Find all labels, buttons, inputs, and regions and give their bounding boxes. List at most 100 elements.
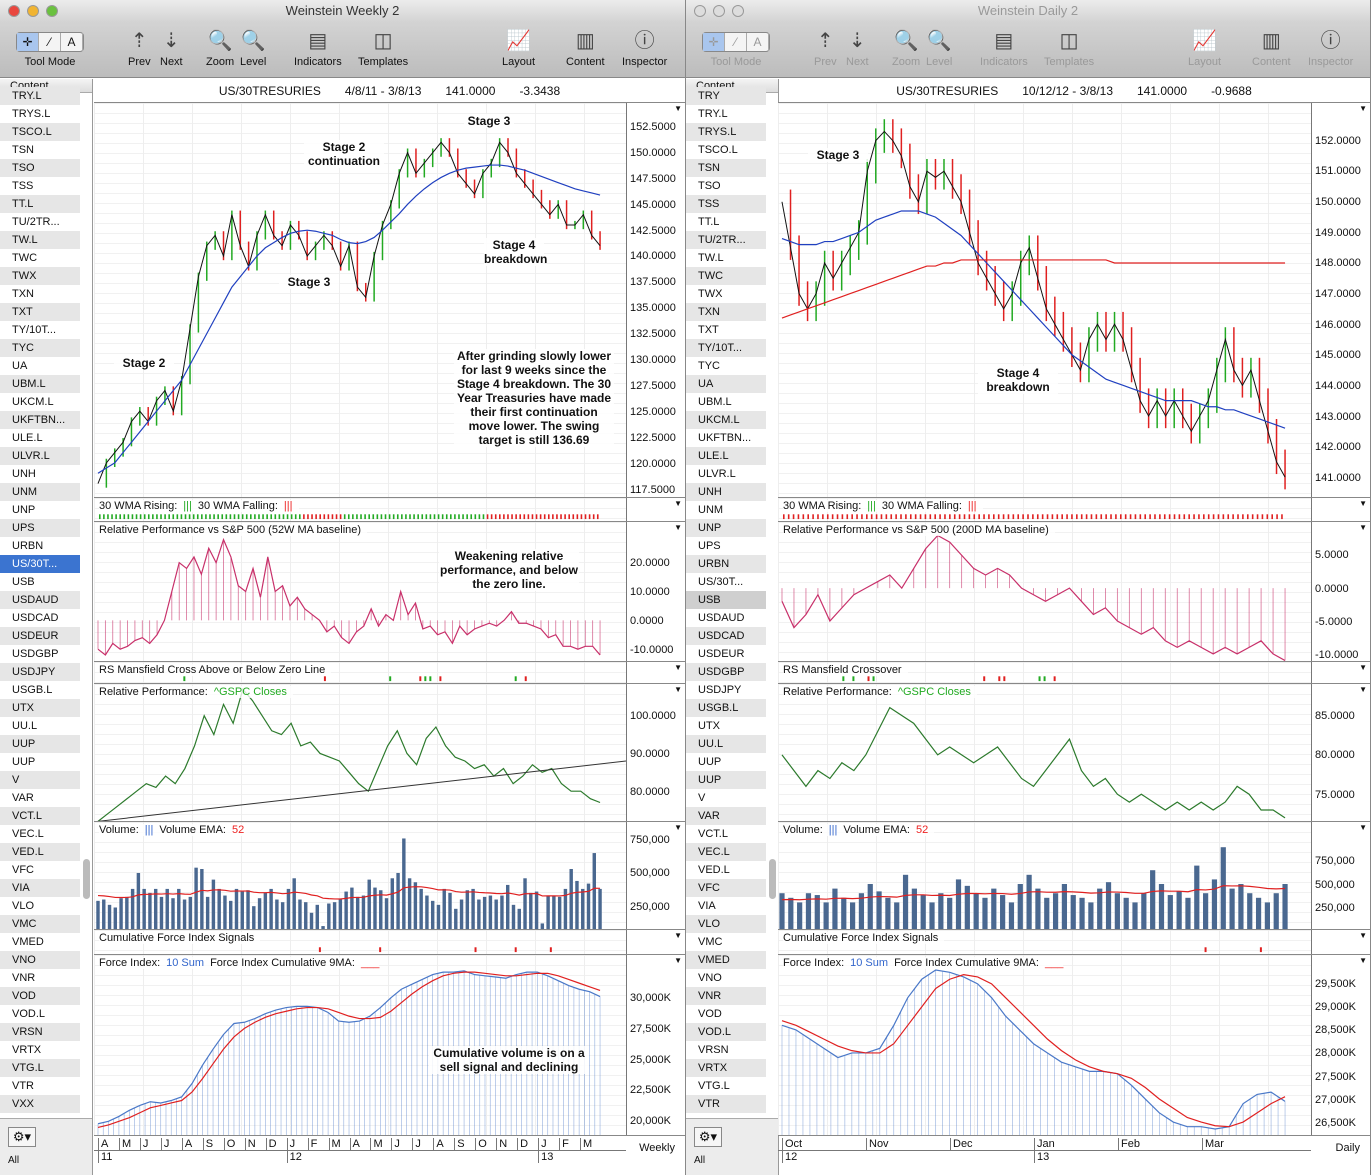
sidebar-scrollbar[interactable] xyxy=(83,859,90,899)
gear-icon[interactable]: ⚙▾ xyxy=(8,1127,36,1147)
symbol-list-item[interactable]: UUP xyxy=(686,771,766,789)
tool-mode-button[interactable]: ✛ ⁄ A Tool Mode xyxy=(702,26,770,68)
close-button[interactable] xyxy=(8,5,20,17)
panel-menu-chevron-icon[interactable]: ▼ xyxy=(674,104,682,113)
symbol-list-item[interactable]: TWC xyxy=(0,249,80,267)
symbol-list-item[interactable]: USDGBP xyxy=(0,645,80,663)
force-plot[interactable] xyxy=(778,955,1311,1135)
symbol-list-item[interactable]: UUP xyxy=(0,753,80,771)
symbol-list-item[interactable]: TYC xyxy=(686,357,766,375)
symbol-list-item[interactable]: TT.L xyxy=(686,213,766,231)
symbol-list-item[interactable]: UNM xyxy=(0,483,80,501)
symbol-list-item[interactable]: VMED xyxy=(686,951,766,969)
symbol-list-item[interactable]: TXT xyxy=(0,303,80,321)
symbol-list-item[interactable]: UTX xyxy=(0,699,80,717)
symbol-list-item[interactable]: TT.L xyxy=(0,195,80,213)
sidebar-scrollbar[interactable] xyxy=(769,859,776,899)
symbol-list-item[interactable]: VNO xyxy=(686,969,766,987)
symbol-list-item[interactable]: VTG.L xyxy=(0,1059,80,1077)
symbol-list-item[interactable]: USDGBP xyxy=(686,663,766,681)
symbol-list-item[interactable]: VNR xyxy=(0,969,80,987)
symbol-list-item[interactable]: VTG.L xyxy=(686,1077,766,1095)
symbol-list-item[interactable]: TWC xyxy=(686,267,766,285)
symbol-list-item[interactable]: VED.L xyxy=(686,861,766,879)
symbol-list-item[interactable]: VIA xyxy=(0,879,80,897)
symbol-list-item[interactable]: VAR xyxy=(0,789,80,807)
symbol-list-item[interactable]: VNR xyxy=(686,987,766,1005)
wma-panel[interactable]: ▼ 30 WMA Rising: ||| 30 WMA Falling: ||| xyxy=(94,498,685,522)
symbol-list-item[interactable]: TW.L xyxy=(0,231,80,249)
tool-mode-segmented-control[interactable]: ✛ ⁄ A xyxy=(16,32,84,52)
symbol-list-item[interactable]: UA xyxy=(686,375,766,393)
prev-button[interactable]: ⇡ Prev xyxy=(814,26,837,68)
price-plot[interactable] xyxy=(778,103,1311,497)
symbol-list-item[interactable]: UU.L xyxy=(0,717,80,735)
symbol-list-item[interactable]: ULVR.L xyxy=(686,465,766,483)
close-button[interactable] xyxy=(694,5,706,17)
symbol-list-item[interactable]: TSN xyxy=(0,141,80,159)
symbol-list-item[interactable]: TRYS.L xyxy=(686,123,766,141)
indicators-button[interactable]: ▤ Indicators xyxy=(980,26,1028,68)
trend-line[interactable] xyxy=(97,760,626,821)
wma-panel[interactable]: ▼ 30 WMA Rising: ||| 30 WMA Falling: ||| xyxy=(778,498,1370,522)
vol-plot[interactable] xyxy=(94,822,626,929)
symbol-list-item[interactable]: USDAUD xyxy=(0,591,80,609)
symbol-list-item[interactable]: VCT.L xyxy=(686,825,766,843)
symbol-list-item[interactable]: TRY.L xyxy=(0,87,80,105)
symbol-list-item[interactable]: VFC xyxy=(686,879,766,897)
symbol-list-item[interactable]: TXT xyxy=(686,321,766,339)
symbol-list-item[interactable]: VRSN xyxy=(0,1023,80,1041)
symbol-list-item[interactable]: UNH xyxy=(686,483,766,501)
symbol-list[interactable]: TRY.L TRYS.L TSCO.L TSN TSO TSS TT.L TU/2TR... T… xyxy=(0,87,80,1118)
force-panel[interactable]: ▼ 29,500K 29,000K 28,500K 28,000K 27,500K 27,0… xyxy=(778,955,1370,1136)
rel-plot[interactable] xyxy=(778,522,1311,661)
symbol-list-item[interactable]: US/30T... xyxy=(0,555,80,573)
force-panel[interactable]: ▼ 30,000K 27,500K 25,000K 22,500K 20,000K Forc… xyxy=(94,955,685,1136)
text-tool-icon[interactable]: A xyxy=(747,33,769,51)
symbol-list-item[interactable]: URBN xyxy=(0,537,80,555)
symbol-list-item[interactable]: TSO xyxy=(686,177,766,195)
text-tool-icon[interactable]: A xyxy=(61,33,83,51)
symbol-list-item[interactable]: UUP xyxy=(686,753,766,771)
zoom-button[interactable]: 🔍 Zoom xyxy=(206,26,234,68)
content-button[interactable]: ▥ Content xyxy=(1252,26,1291,68)
symbol-list-item[interactable]: UNM xyxy=(686,501,766,519)
panel-menu-chevron-icon[interactable]: ▼ xyxy=(1359,523,1367,532)
symbol-list-item[interactable]: UKFTBN... xyxy=(0,411,80,429)
symbol-list-item[interactable]: UA xyxy=(0,357,80,375)
zoom-button[interactable] xyxy=(732,5,744,17)
symbol-list-item[interactable]: TRYS.L xyxy=(0,105,80,123)
symbol-list-item[interactable]: UNH xyxy=(0,465,80,483)
symbol-list-item[interactable]: ULE.L xyxy=(686,447,766,465)
symbol-list-item[interactable]: TRY xyxy=(686,87,766,105)
symbol-list-item[interactable]: TRY.L xyxy=(686,105,766,123)
indicators-button[interactable]: ▤ Indicators xyxy=(294,26,342,68)
gspc-panel[interactable]: ▼ 100.0000 90.0000 80.0000 Relative Performa… xyxy=(94,684,685,822)
symbol-list[interactable]: TRY TRY.L TRYS.L TSCO.L TSN TSO TSS TT.L TU/2TR.… xyxy=(686,87,766,1118)
templates-button[interactable]: ◫ Templates xyxy=(358,26,408,68)
symbol-list-item[interactable]: VEC.L xyxy=(0,825,80,843)
symbol-list-item[interactable]: USDJPY xyxy=(686,681,766,699)
symbol-list-item[interactable]: USDCAD xyxy=(686,627,766,645)
crosshair-icon[interactable]: ✛ xyxy=(703,33,725,51)
symbol-list-item[interactable]: VOD xyxy=(0,987,80,1005)
symbol-list-item[interactable]: TY/10T... xyxy=(686,339,766,357)
symbol-list-item[interactable]: VLO xyxy=(686,915,766,933)
symbol-list-item[interactable]: USGB.L xyxy=(0,681,80,699)
vol-panel[interactable]: ▼ 750,000 500,000 250,000 Volume: ||| Volume E… xyxy=(778,822,1370,930)
panel-menu-chevron-icon[interactable]: ▼ xyxy=(674,931,682,940)
prev-button[interactable]: ⇡ Prev xyxy=(128,26,151,68)
layout-button[interactable]: 📈 Layout xyxy=(502,26,535,68)
gspc-plot[interactable] xyxy=(778,684,1311,821)
symbol-list-item[interactable]: UU.L xyxy=(686,735,766,753)
symbol-list-item[interactable]: VTR xyxy=(0,1077,80,1095)
symbol-list-item[interactable]: USDEUR xyxy=(686,645,766,663)
symbol-list-item[interactable]: VMC xyxy=(686,933,766,951)
force-plot[interactable] xyxy=(94,955,626,1135)
vol-panel[interactable]: ▼ 750,000 500,000 250,000 Volume: ||| Volume E… xyxy=(94,822,685,930)
symbol-list-item[interactable]: UUP xyxy=(0,735,80,753)
gspc-panel[interactable]: ▼ 85.0000 80.0000 75.0000 Relative Performan… xyxy=(778,684,1370,822)
panel-menu-chevron-icon[interactable]: ▼ xyxy=(1359,956,1367,965)
symbol-list-item[interactable]: TSS xyxy=(0,177,80,195)
symbol-list-item[interactable]: TU/2TR... xyxy=(686,231,766,249)
